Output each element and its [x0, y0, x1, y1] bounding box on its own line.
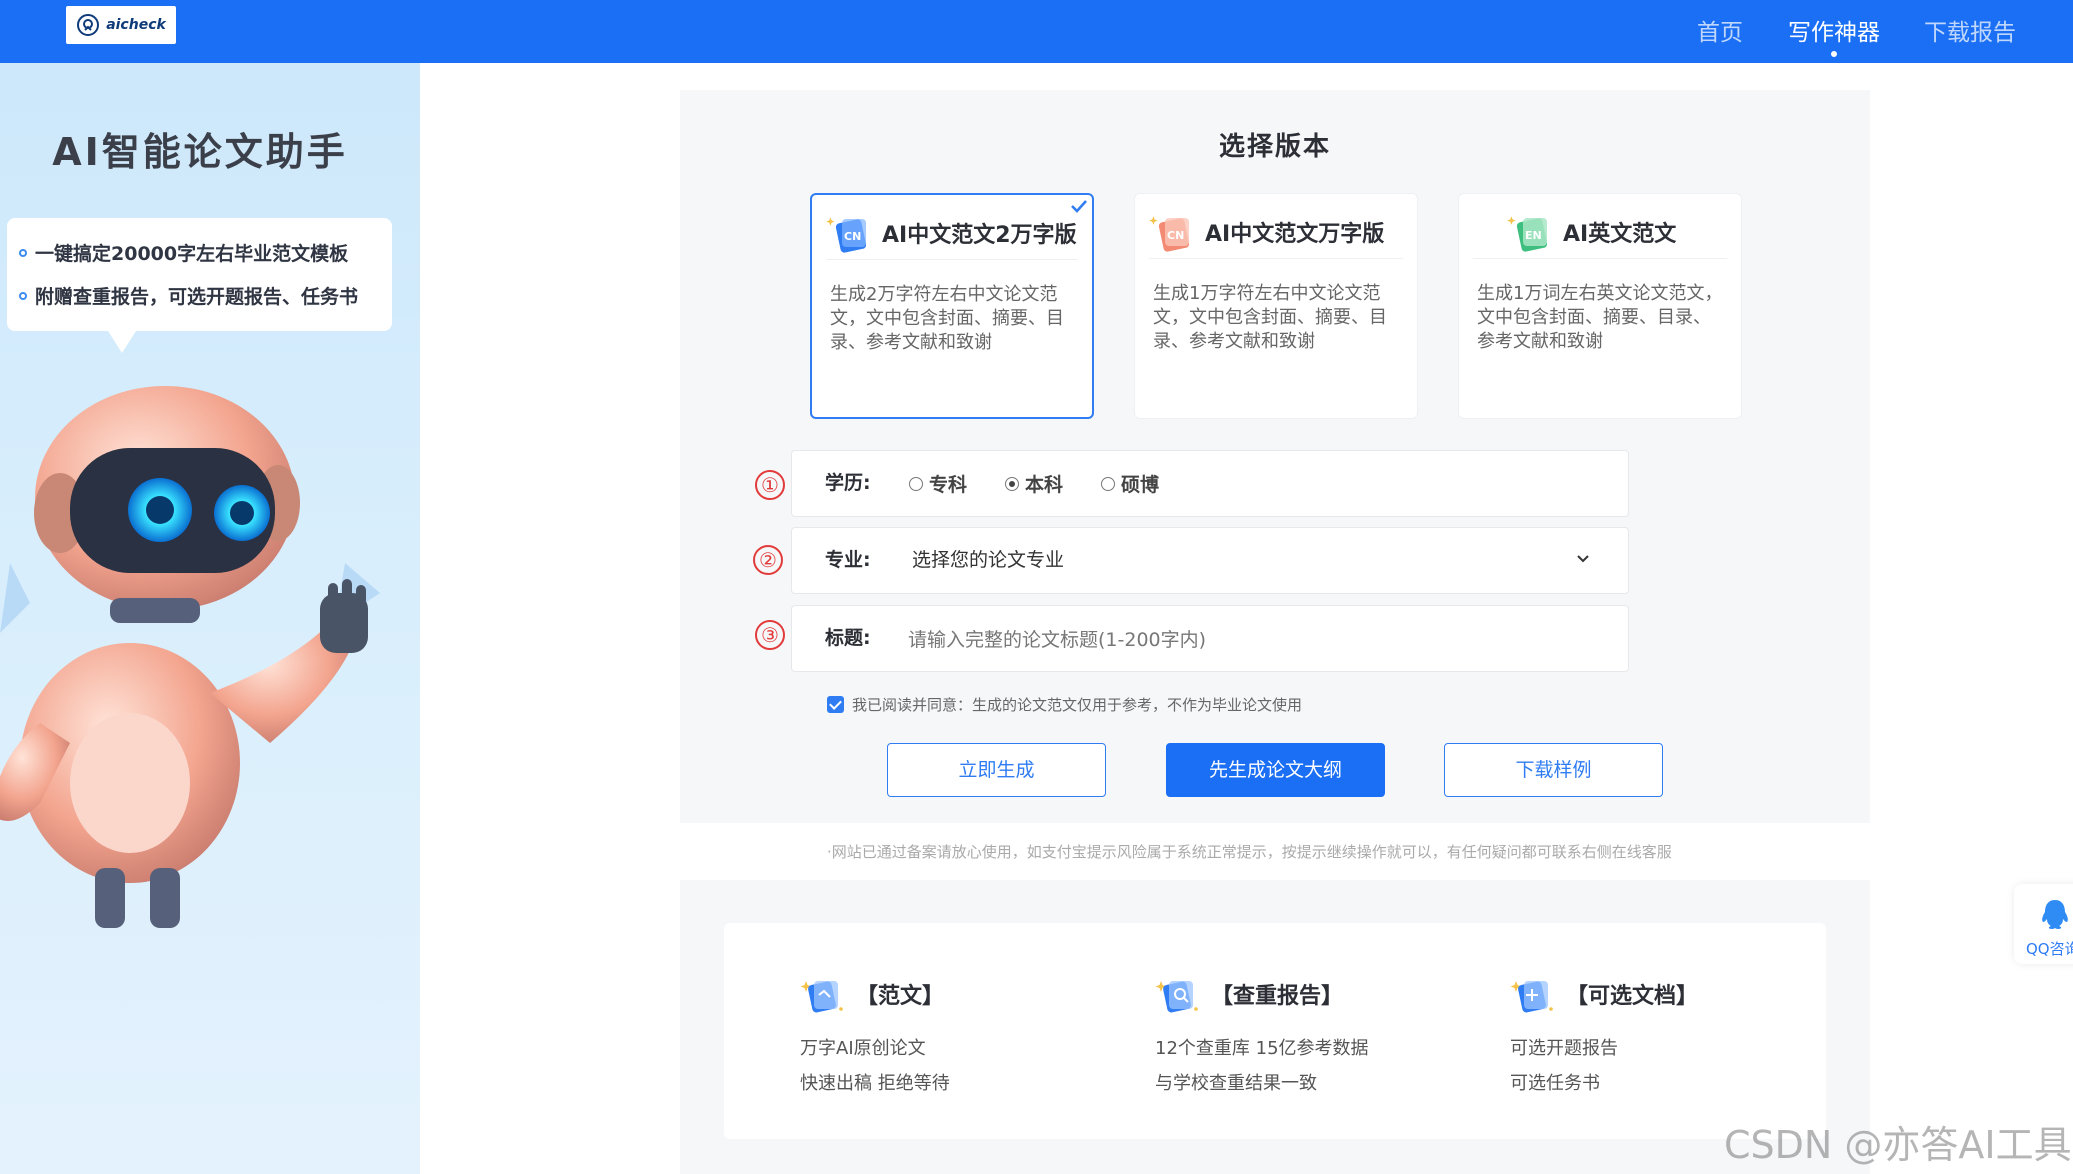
nav-writing-tool-label: 写作神器: [1788, 20, 1880, 46]
qq-penguin-icon: [2042, 900, 2068, 929]
cn-doc-icon: CN: [826, 217, 867, 253]
svg-text:CN: CN: [844, 230, 861, 243]
radio-bachelor[interactable]: 本科: [1005, 451, 1063, 516]
feature-line: 快速出稿 拒绝等待: [800, 1073, 950, 1094]
svg-text:CN: CN: [1167, 229, 1184, 242]
document-icon: [800, 981, 843, 1013]
qq-consult-button[interactable]: QQ咨询: [2014, 884, 2073, 964]
education-row: 学历: 专科 本科 硕博: [791, 450, 1629, 517]
download-sample-button[interactable]: 下载样例: [1444, 743, 1663, 797]
agreement-text: 我已阅读并同意：生成的论文范文仅用于参考，不作为毕业论文使用: [852, 696, 1303, 714]
nav-download-report[interactable]: 下载报告: [1924, 13, 2016, 47]
edit-doc-icon: [1510, 981, 1553, 1013]
title-row: 标题:: [791, 605, 1629, 672]
bubble-tail: [108, 331, 136, 353]
feature-line: 与学校查重结果一致: [1155, 1073, 1317, 1094]
section-title: 选择版本: [1218, 132, 1331, 162]
svg-text:EN: EN: [1525, 229, 1542, 242]
title-input[interactable]: [906, 616, 1590, 663]
major-select[interactable]: 专业: 选择您的论文专业: [791, 527, 1629, 594]
features-section: 【范文】 万字AI原创论文 快速出稿 拒绝等待 【查重报告】 12个查重库 15…: [680, 880, 1870, 1174]
radio-circle-selected: [1005, 476, 1019, 491]
version-card-en[interactable]: EN AI英文范文 生成1万词左右英文论文范文，文中包含封面、摘要、目录、参考文…: [1458, 193, 1742, 419]
search-doc-icon: [1155, 981, 1198, 1013]
radio-circle: [1101, 476, 1115, 491]
radio-master-phd[interactable]: 硕博: [1101, 451, 1159, 516]
version-card-cn-10k[interactable]: CN AI中文范文万字版 生成1万字符左右中文论文范文，文中包含封面、摘要、目录…: [1134, 193, 1418, 419]
major-select-placeholder: 选择您的论文专业: [912, 549, 1065, 571]
feature-line: 万字AI原创论文: [800, 1038, 926, 1059]
step-number: ②: [753, 545, 783, 575]
radio-label: 本科: [1025, 474, 1064, 496]
version-description: 生成1万词左右英文论文范文，文中包含封面、摘要、目录、参考文献和致谢: [1477, 283, 1723, 352]
feature-plagiarism-report: 【查重报告】 12个查重库 15亿参考数据 与学校查重结果一致: [1155, 973, 1455, 1101]
version-description: 生成2万字符左右中文论文范文，文中包含封面、摘要、目录、参考文献和致谢: [830, 284, 1064, 353]
step-number: ①: [755, 470, 785, 500]
version-name: AI中文范文万字版: [1205, 222, 1385, 247]
en-doc-icon: EN: [1507, 216, 1548, 252]
chevron-down-icon: [1577, 555, 1589, 563]
title-label: 标题:: [825, 627, 871, 649]
agreement-row[interactable]: 我已阅读并同意：生成的论文范文仅用于参考，不作为毕业论文使用: [827, 694, 1302, 715]
version-card-header: CN AI中文范文万字版: [1149, 206, 1403, 259]
promo-bullet-text: 一键搞定20000字左右毕业范文模板: [35, 243, 349, 265]
radio-associate[interactable]: 专科: [909, 451, 967, 516]
version-description: 生成1万字符左右中文论文范文，文中包含封面、摘要、目录、参考文献和致谢: [1153, 283, 1387, 352]
watermark: CSDN @亦答AI工具: [1724, 1123, 2072, 1167]
cn-doc-icon: CN: [1149, 216, 1190, 252]
promo-title: AI智能论文助手: [52, 130, 348, 174]
bullet-dot-icon: [19, 248, 27, 257]
nav-writing-tool[interactable]: 写作神器: [1788, 13, 1880, 57]
bullet-dot-icon: [19, 291, 27, 300]
feature-title: 【查重报告】: [1211, 984, 1344, 1009]
version-selection-panel: 选择版本 CN AI中文范文2万字版 生成2万字符左右中文论文范文，文中包含封面…: [680, 90, 1870, 823]
generate-now-button[interactable]: 立即生成: [887, 743, 1106, 797]
site-notice: ·网站已通过备案请放心使用，如支付宝提示风险属于系统正常提示，按提示继续操作就可…: [827, 843, 1672, 861]
feature-title: 【范文】: [856, 984, 945, 1009]
nav-home[interactable]: 首页: [1697, 13, 1743, 47]
education-label: 学历:: [825, 472, 871, 494]
left-promo-panel: AI智能论文助手 一键搞定20000字左右毕业范文模板 附赠查重报告，可选开题报…: [0, 63, 420, 1174]
radio-circle: [909, 476, 923, 491]
generate-outline-button[interactable]: 先生成论文大纲: [1166, 743, 1385, 797]
feature-title: 【可选文档】: [1566, 984, 1699, 1009]
agreement-checkbox[interactable]: [827, 696, 844, 713]
feature-optional-docs: 【可选文档】 可选开题报告 可选任务书: [1510, 973, 1810, 1101]
feature-sample-paper: 【范文】 万字AI原创论文 快速出稿 拒绝等待: [800, 973, 1100, 1101]
version-card-cn-20k[interactable]: CN AI中文范文2万字版 生成2万字符左右中文论文范文，文中包含封面、摘要、目…: [810, 193, 1094, 419]
major-label: 专业:: [825, 549, 871, 571]
logo-text: aicheck: [106, 17, 166, 33]
logo-icon: [77, 14, 100, 36]
feature-line: 可选任务书: [1510, 1073, 1600, 1094]
site-logo[interactable]: aicheck: [66, 6, 176, 44]
promo-bullet: 一键搞定20000字左右毕业范文模板: [19, 239, 348, 266]
feature-line: 12个查重库 15亿参考数据: [1155, 1038, 1369, 1059]
radio-label: 硕博: [1121, 474, 1160, 496]
robot-illustration: [0, 386, 380, 928]
active-nav-indicator: [1831, 51, 1837, 57]
version-card-header: CN AI中文范文2万字版: [826, 207, 1078, 260]
version-name: AI英文范文: [1563, 222, 1677, 247]
top-navbar: aicheck 首页 写作神器 下载报告: [0, 0, 2073, 63]
qq-label: QQ咨询: [2026, 940, 2073, 958]
step-number: ③: [755, 620, 785, 650]
features-card: 【范文】 万字AI原创论文 快速出稿 拒绝等待 【查重报告】 12个查重库 15…: [724, 923, 1826, 1139]
promo-bullet-text: 附赠查重报告，可选开题报告、任务书: [35, 286, 359, 308]
version-name: AI中文范文2万字版: [882, 223, 1077, 248]
promo-bubble: 一键搞定20000字左右毕业范文模板 附赠查重报告，可选开题报告、任务书: [7, 218, 392, 331]
radio-label: 专科: [929, 474, 968, 496]
version-card-header: EN AI英文范文: [1473, 206, 1727, 259]
feature-line: 可选开题报告: [1510, 1038, 1618, 1059]
promo-bullet: 附赠查重报告，可选开题报告、任务书: [19, 282, 358, 309]
